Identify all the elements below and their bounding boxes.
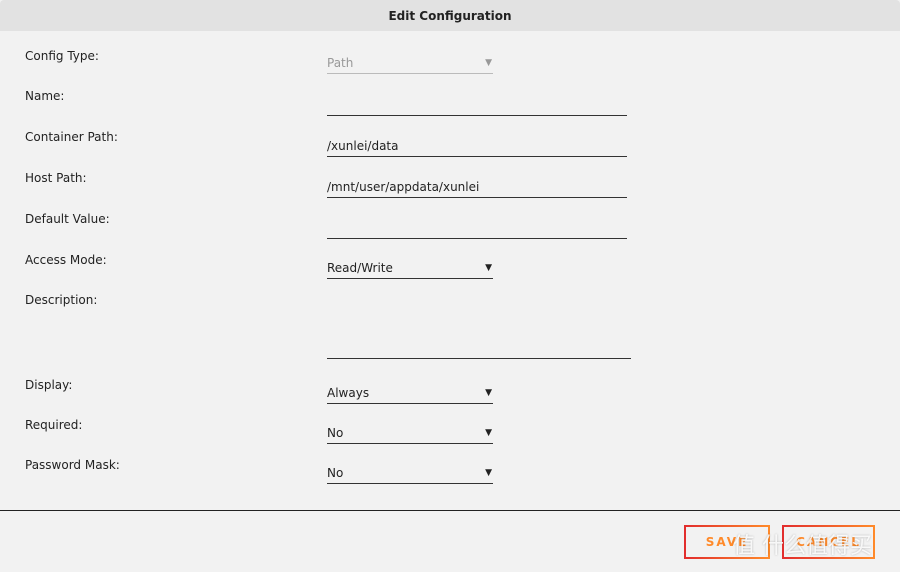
- dropdown-arrow-icon: ▼: [485, 428, 492, 438]
- dialog-title: Edit Configuration: [388, 9, 512, 23]
- host-path-input[interactable]: /mnt/user/appdata/xunlei: [327, 178, 627, 198]
- default-value-input[interactable]: [327, 219, 627, 239]
- footer-divider: [0, 510, 900, 511]
- container-path-input[interactable]: /xunlei/data: [327, 137, 627, 157]
- default-value-label: Default Value:: [25, 212, 110, 226]
- dialog-header: Edit Configuration: [0, 0, 900, 31]
- password-mask-label: Password Mask:: [25, 458, 120, 472]
- dropdown-arrow-icon: ▼: [485, 388, 492, 398]
- watermark-logo: 值 什么值得买: [733, 534, 872, 559]
- config-type-label: Config Type:: [25, 49, 99, 63]
- display-select[interactable]: Always ▼: [327, 384, 493, 404]
- dropdown-arrow-icon: ▼: [485, 263, 492, 273]
- access-mode-select[interactable]: Read/Write ▼: [327, 259, 493, 279]
- config-type-select: Path ▼: [327, 54, 493, 74]
- dropdown-arrow-icon: ▼: [485, 468, 492, 478]
- host-path-label: Host Path:: [25, 171, 87, 185]
- access-mode-label: Access Mode:: [25, 253, 107, 267]
- container-path-label: Container Path:: [25, 130, 118, 144]
- name-label: Name:: [25, 89, 65, 103]
- required-select[interactable]: No ▼: [327, 424, 493, 444]
- display-label: Display:: [25, 378, 73, 392]
- password-mask-select[interactable]: No ▼: [327, 464, 493, 484]
- name-input[interactable]: [327, 96, 627, 116]
- required-label: Required:: [25, 418, 83, 432]
- description-label: Description:: [25, 293, 98, 307]
- description-textarea[interactable]: [327, 292, 631, 359]
- dropdown-arrow-icon: ▼: [485, 58, 492, 68]
